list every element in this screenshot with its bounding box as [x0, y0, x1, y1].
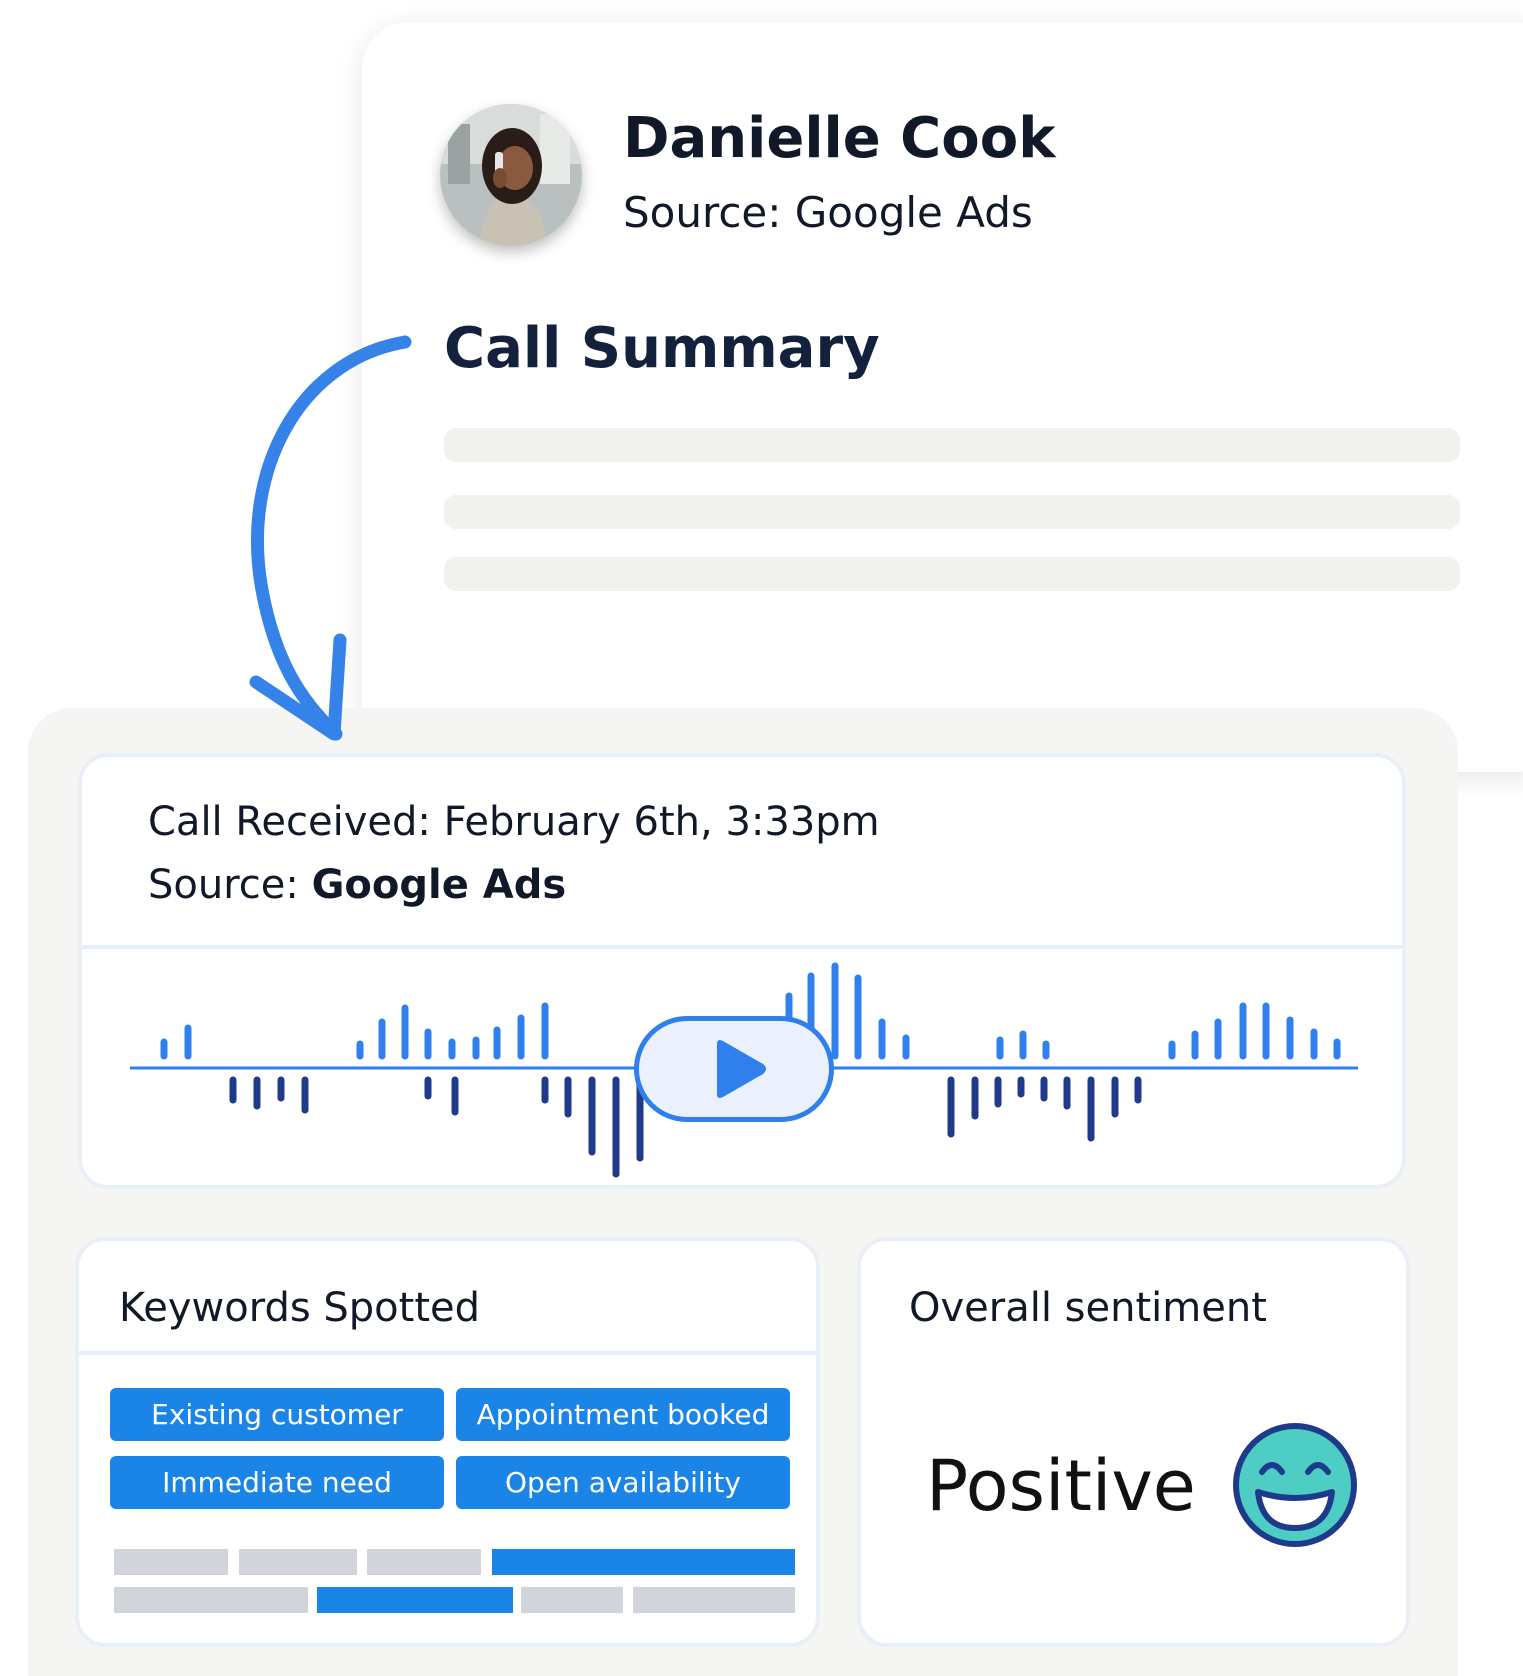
keyword-placeholder-bar: [114, 1587, 308, 1613]
play-button[interactable]: [634, 1016, 834, 1122]
keyword-chip[interactable]: Immediate need: [110, 1456, 444, 1509]
sentiment-title: Overall sentiment: [909, 1285, 1267, 1331]
keyword-chip[interactable]: Existing customer: [110, 1388, 444, 1441]
sentiment-value: Positive: [926, 1445, 1196, 1527]
keyword-highlight-bar: [317, 1587, 513, 1613]
keyword-placeholder-bar: [114, 1549, 228, 1575]
keyword-placeholder-bar: [239, 1549, 357, 1575]
keywords-title: Keywords Spotted: [119, 1285, 481, 1331]
keyword-placeholder-bar: [367, 1549, 481, 1575]
keywords-panel: Keywords Spotted Existing customer Appoi…: [75, 1237, 820, 1647]
keyword-placeholder-bar: [521, 1587, 623, 1613]
keyword-chip[interactable]: Appointment booked: [456, 1388, 790, 1441]
keyword-highlight-bar: [492, 1549, 795, 1575]
play-icon: [717, 1040, 766, 1098]
sentiment-panel: Overall sentiment Positive: [857, 1237, 1410, 1647]
grinning-face-icon: [1233, 1423, 1357, 1547]
panel-divider: [79, 1351, 816, 1355]
keyword-chip[interactable]: Open availability: [456, 1456, 790, 1509]
keyword-placeholder-bar: [633, 1587, 795, 1613]
